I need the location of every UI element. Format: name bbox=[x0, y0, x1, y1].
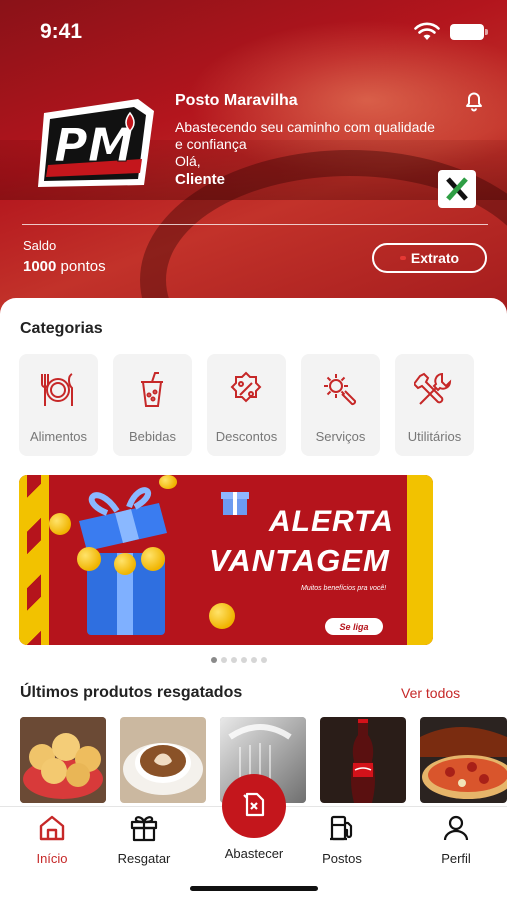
recent-products-title: Últimos produtos resgatados bbox=[20, 684, 243, 701]
tab-label: Resgatar bbox=[117, 851, 171, 866]
product-pizza[interactable] bbox=[420, 717, 507, 803]
carousel-dot[interactable] bbox=[241, 657, 247, 663]
category-descontos[interactable]: Descontos bbox=[207, 354, 286, 456]
category-utilitarios[interactable]: Utilitários bbox=[395, 354, 474, 456]
category-label: Alimentos bbox=[29, 429, 88, 444]
balance-points: 1000 bbox=[23, 258, 57, 275]
tab-label: Postos bbox=[322, 851, 362, 866]
promo-banner[interactable]: ALERTA VANTAGEM Muitos benefícios pra vo… bbox=[19, 475, 433, 645]
carousel-dot[interactable] bbox=[261, 657, 267, 663]
product-cafe[interactable] bbox=[120, 717, 206, 803]
coin bbox=[77, 547, 101, 571]
categories-title: Categorias bbox=[20, 320, 103, 337]
client-name: Cliente bbox=[175, 171, 226, 188]
home-indicator bbox=[190, 886, 318, 891]
category-label: Serviços bbox=[315, 429, 366, 444]
gear-wrench-icon bbox=[320, 370, 360, 410]
user-icon bbox=[441, 813, 471, 843]
category-bebidas[interactable]: Bebidas bbox=[113, 354, 192, 456]
tab-postos[interactable]: Postos bbox=[302, 813, 382, 866]
banner-stripe-right bbox=[407, 475, 433, 645]
drink-cup-icon bbox=[132, 370, 172, 410]
category-label: Utilitários bbox=[407, 429, 462, 444]
coin bbox=[141, 547, 165, 571]
balance-value: 1000 pontos bbox=[23, 258, 106, 275]
balance-label: Saldo bbox=[23, 238, 57, 253]
tab-resgatar[interactable]: Resgatar bbox=[104, 813, 184, 866]
fuel-pump-icon bbox=[327, 813, 357, 843]
extrato-button[interactable]: Extrato bbox=[372, 243, 487, 273]
tab-inicio[interactable]: Início bbox=[12, 813, 92, 866]
banner-title-line2: VANTAGEM bbox=[209, 543, 390, 578]
banner-stripe-pattern bbox=[27, 475, 41, 645]
tab-label: Início bbox=[36, 851, 68, 866]
carousel-indicator bbox=[211, 657, 267, 663]
balance-unit: pontos bbox=[60, 258, 106, 275]
product-coca-cola[interactable] bbox=[320, 717, 406, 803]
notification-bell-icon[interactable] bbox=[463, 90, 485, 117]
greeting: Olá, bbox=[175, 153, 201, 169]
banner-title-line1: ALERTA bbox=[269, 505, 394, 538]
svg-text:PM: PM bbox=[54, 118, 134, 172]
tab-label: Perfil bbox=[441, 851, 471, 866]
banner-cta-button[interactable]: Se liga bbox=[325, 618, 383, 635]
coin bbox=[159, 475, 177, 489]
tab-perfil[interactable]: Perfil bbox=[416, 813, 496, 866]
extrato-dot-icon bbox=[399, 256, 406, 260]
carousel-dot[interactable] bbox=[251, 657, 257, 663]
station-logo: PM bbox=[30, 95, 158, 193]
cutlery-icon bbox=[38, 370, 78, 410]
category-label: Descontos bbox=[215, 429, 278, 444]
fuel-can-icon bbox=[239, 789, 269, 824]
status-time: 9:41 bbox=[40, 20, 83, 43]
product-pao-de-queijo[interactable] bbox=[20, 717, 106, 803]
category-alimentos[interactable]: Alimentos bbox=[19, 354, 98, 456]
station-name: Posto Maravilha bbox=[175, 92, 298, 109]
home-icon bbox=[37, 813, 67, 843]
station-tagline: Abastecendo seu caminho com qualidade e … bbox=[175, 119, 435, 152]
category-label: Bebidas bbox=[129, 429, 176, 444]
tools-icon bbox=[412, 370, 454, 410]
extrato-label: Extrato bbox=[410, 250, 460, 266]
coin bbox=[114, 553, 136, 575]
carousel-dot[interactable] bbox=[221, 657, 227, 663]
wifi-icon bbox=[414, 22, 440, 47]
status-bar: 9:41 bbox=[0, 18, 507, 48]
abastecer-label: Abastecer bbox=[224, 846, 284, 861]
carousel-dot[interactable] bbox=[231, 657, 237, 663]
carousel-dot[interactable] bbox=[211, 657, 217, 663]
battery-icon bbox=[450, 24, 488, 40]
discount-badge-icon bbox=[226, 370, 266, 410]
category-servicos[interactable]: Serviços bbox=[301, 354, 380, 456]
gift-icon bbox=[129, 813, 159, 843]
coin bbox=[209, 603, 235, 629]
small-gift-icon bbox=[221, 492, 249, 515]
see-all-link[interactable]: Ver todos bbox=[401, 685, 460, 701]
banner-subtitle: Muitos benefícios pra você! bbox=[301, 585, 387, 592]
coin bbox=[49, 513, 71, 535]
partner-x-logo[interactable] bbox=[438, 170, 476, 208]
abastecer-button[interactable] bbox=[222, 774, 286, 838]
header-divider bbox=[22, 224, 488, 225]
